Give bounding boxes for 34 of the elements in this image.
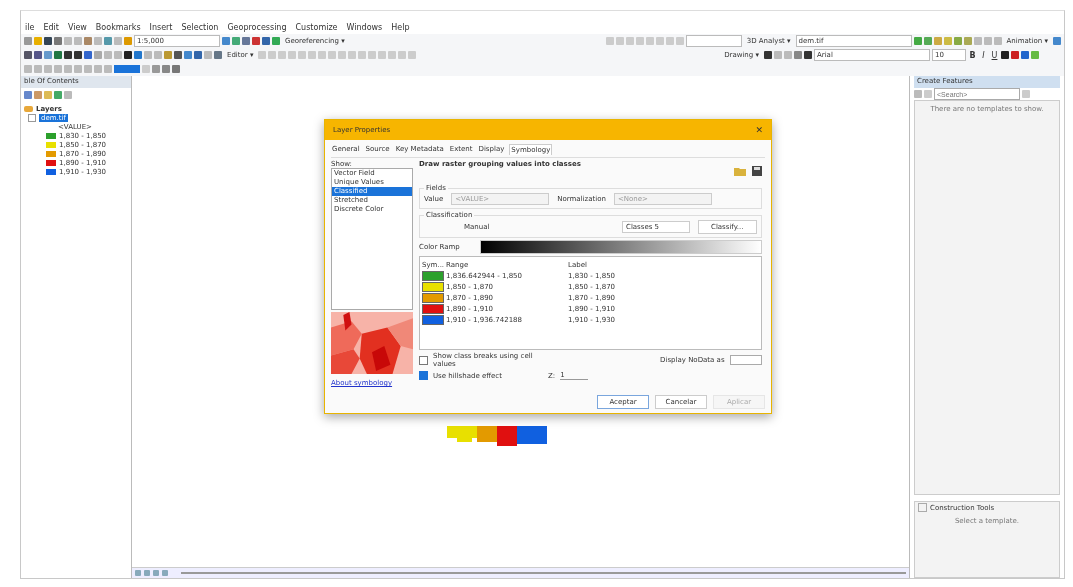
tools-icon [918,503,927,512]
symbol-swatch[interactable] [422,270,444,281]
menu-item[interactable]: Edit [43,23,59,32]
tool-icon[interactable] [924,90,932,98]
tool-icon[interactable] [1022,90,1030,98]
layer-checkbox[interactable] [28,113,36,122]
bold-button[interactable]: B [968,50,977,60]
checkbox[interactable] [419,371,428,380]
tool-icon[interactable] [1053,37,1061,45]
symbol-swatch[interactable] [422,292,444,303]
menu-item[interactable]: Customize [295,23,338,32]
menu-item[interactable]: Geoprocessing [227,23,287,32]
menu-item[interactable]: Bookmarks [95,23,141,32]
folder-icon[interactable] [733,166,746,176]
italic-button[interactable]: I [979,50,988,60]
menu-item[interactable]: Help [391,23,410,32]
color-swatch[interactable] [114,65,140,73]
symbol-swatch[interactable] [422,303,444,314]
scrollbar[interactable] [181,572,906,574]
menu-item[interactable]: Insert [149,23,173,32]
save-icon[interactable] [751,166,762,176]
input-field[interactable] [685,35,742,47]
underline-button[interactable]: U [990,50,999,60]
symbol-swatch[interactable] [422,281,444,292]
menu-item[interactable]: ile [25,23,35,32]
nodata-color-dropdown[interactable] [729,355,762,365]
symbol-swatch[interactable] [422,314,444,325]
menu-item[interactable]: View [67,23,87,32]
layers-icon [24,105,33,112]
menu-item[interactable]: Windows [346,23,383,32]
close-icon[interactable]: ✕ [755,125,763,135]
checkbox[interactable] [419,355,428,365]
color-ramp-dropdown[interactable] [479,240,762,254]
menu-item[interactable]: Selection [181,23,219,32]
